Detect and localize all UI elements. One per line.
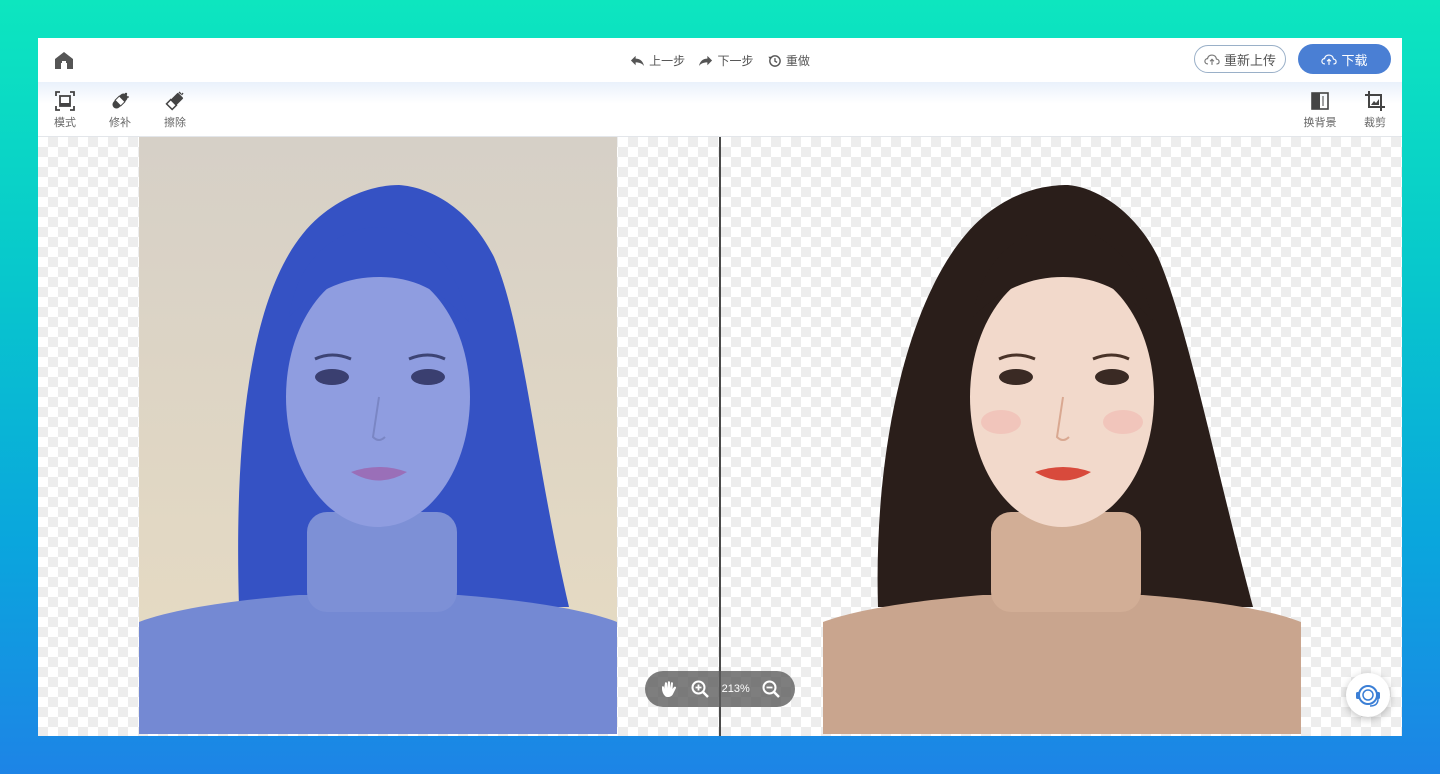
portrait-cutout-image [823, 185, 1301, 734]
undo-icon [631, 55, 645, 67]
undo-label: 上一步 [649, 54, 686, 68]
redo-button[interactable]: 下一步 [698, 52, 754, 69]
reupload-button[interactable]: 重新上传 [1194, 45, 1286, 73]
bandage-icon [112, 92, 129, 109]
undo-button[interactable]: 上一步 [630, 52, 685, 69]
zoom-out-icon[interactable] [761, 679, 781, 699]
editor-canvas[interactable]: 213% [38, 137, 1402, 736]
zoom-level: 213% [721, 683, 750, 695]
tool-repair-label: 修补 [109, 117, 131, 129]
original-photo-masked[interactable] [139, 137, 617, 734]
tool-repair-button[interactable]: 修补 [100, 90, 140, 130]
tool-background-label: 换背景 [1303, 117, 1337, 129]
reupload-label: 重新上传 [1223, 52, 1276, 68]
tool-crop-button[interactable]: 裁剪 [1355, 90, 1395, 130]
zoom-controls: 213% [645, 671, 795, 707]
cloud-download-icon [1321, 53, 1338, 65]
tool-mode-label: 模式 [54, 117, 76, 129]
compare-divider[interactable] [719, 137, 721, 736]
tool-mode-button[interactable]: 模式 [45, 90, 85, 130]
customer-support-button[interactable] [1346, 673, 1390, 717]
top-bar: 上一步 下一步 重做 重新上传 下载 [38, 38, 1402, 82]
history-clock-icon [768, 55, 781, 67]
background-swap-icon [1311, 92, 1329, 110]
tool-bar: 模式 修补 擦除 换背景 裁剪 [38, 82, 1402, 137]
download-label: 下载 [1341, 52, 1368, 68]
zoom-in-icon[interactable] [690, 679, 710, 699]
tool-crop-label: 裁剪 [1364, 117, 1386, 129]
crop-icon [1365, 91, 1385, 111]
portrait-image [139, 137, 617, 734]
hand-pan-icon[interactable] [659, 679, 679, 699]
redo-label: 下一步 [717, 54, 754, 68]
cutout-result-photo[interactable] [823, 137, 1301, 734]
cloud-upload-icon [1204, 53, 1220, 65]
editor-window: 上一步 下一步 重做 重新上传 下载 模式 修补 擦除 换背景 裁剪 213% [38, 38, 1402, 736]
frame-icon [55, 91, 75, 111]
reset-button[interactable]: 重做 [767, 52, 810, 69]
reset-label: 重做 [785, 54, 810, 68]
tool-erase-label: 擦除 [164, 117, 186, 129]
download-button[interactable]: 下载 [1298, 44, 1391, 74]
redo-icon [699, 55, 713, 67]
eraser-icon [165, 91, 184, 111]
tool-erase-button[interactable]: 擦除 [155, 90, 195, 130]
headset-support-icon [1356, 685, 1380, 707]
tool-background-button[interactable]: 换背景 [1300, 90, 1340, 130]
